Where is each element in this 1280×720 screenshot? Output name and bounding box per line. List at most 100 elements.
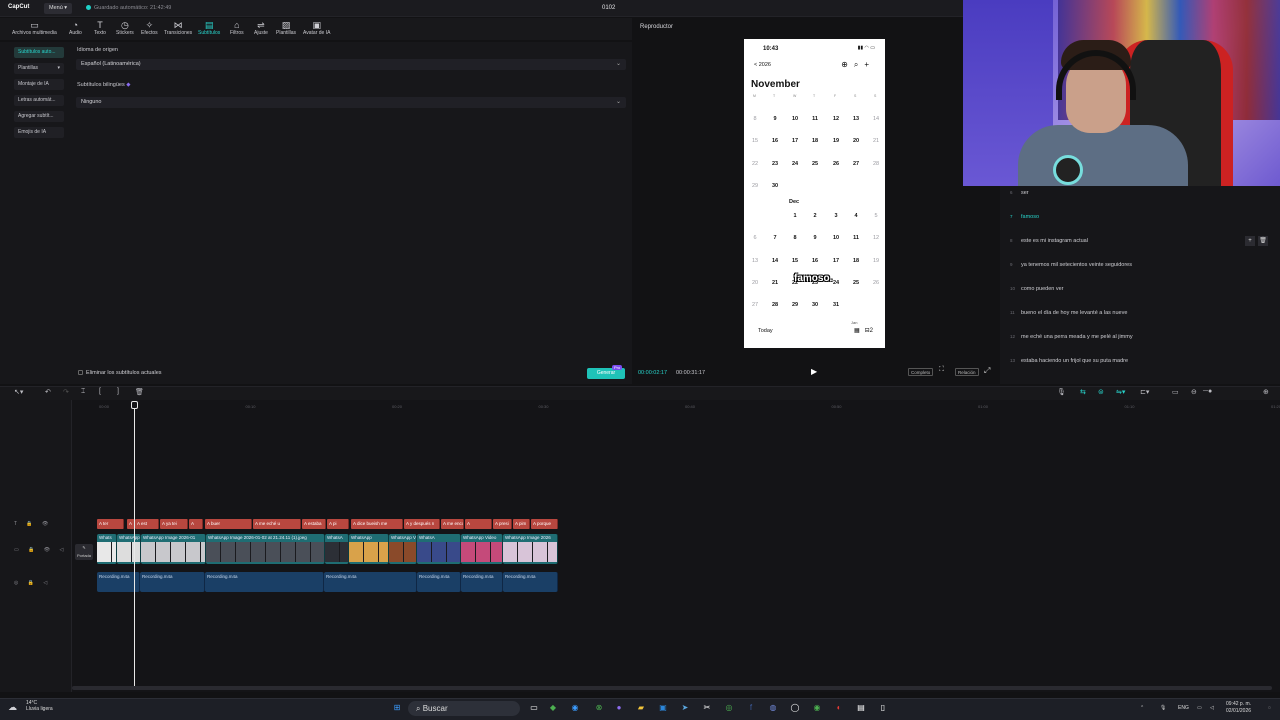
telegram-icon[interactable]: ➤ [679,702,691,714]
text-track-controls[interactable]: T 🔒 👁 [14,521,52,527]
video-clip[interactable]: WhatsApp Image 2026 [503,534,558,564]
video-clip[interactable]: WhatsApp Vide [389,534,417,564]
text-clip[interactable]: A y después n [404,519,440,529]
text-clip[interactable]: A me encon [441,519,464,529]
trim-left-icon[interactable]: [ [99,388,101,395]
audio-clip[interactable]: Recording.m4a [324,572,417,592]
audio-clip[interactable]: Recording.m4a [205,572,324,592]
discord-icon[interactable]: ◍ [767,702,779,714]
fit-icon[interactable]: ⛶ [939,366,944,374]
task-view-icon[interactable]: ▭ [528,702,540,714]
audio-track-controls[interactable]: ◎ 🔒 ◁ [14,580,51,586]
edge-icon[interactable]: ◉ [569,702,581,714]
text-clip[interactable]: A dice bueish me [351,519,403,529]
snap-icon[interactable]: ⇋▾ [1116,388,1125,396]
play-icon[interactable]: ▶ [811,367,817,376]
video-clip[interactable]: WhatsApp Image 2026-01 [141,534,206,564]
volume-icon[interactable]: ◁ [1210,705,1214,711]
subtitle-text[interactable]: estaba haciendo un frijol que su puta ma… [1021,356,1128,366]
subtitle-row[interactable]: 7 famoso [1008,212,1273,222]
file-explorer-icon[interactable]: ▰ [635,702,647,714]
select-tool-icon[interactable]: ↖▾ [14,388,23,396]
text-clip[interactable]: A [465,519,492,529]
sidebar-item-auto-subtitles[interactable]: Subtítulos auto... [14,47,64,58]
tool-media[interactable]: ▭ Archivos multimedia [12,20,57,36]
subtitle-row[interactable]: 11 bueno el día de hoy me levanté a las n… [1008,308,1273,318]
text-clip[interactable]: A pi [327,519,349,529]
cover-button[interactable]: ✎ Portada [75,544,93,560]
zoom-out-icon[interactable]: ⊖ [1191,388,1197,396]
taskbar-search[interactable]: ⌕ Buscar [408,701,520,716]
text-clip[interactable]: A est [135,519,159,529]
text-clip[interactable]: A pim [513,519,530,529]
audio-clip[interactable]: Recording.m4a [140,572,205,592]
audio-clip[interactable]: Recording.m4a [417,572,461,592]
mic-icon[interactable]: 🎙 [1057,388,1066,396]
network-icon[interactable]: ▭ [1197,705,1202,711]
video-clip[interactable]: WhatsApp Video [461,534,503,564]
zoom-slider[interactable]: ─● [1203,388,1212,395]
video-clip[interactable]: Whats [97,534,117,564]
subtitle-text[interactable]: me eché una perra meada y me pelé al jim… [1021,332,1133,342]
text-clip[interactable]: A [189,519,203,529]
redo-icon[interactable]: ↷ [63,388,69,396]
add-subtitle-icon[interactable]: + [1245,236,1255,246]
text-clip[interactable]: A presi [493,519,512,529]
magnet-icon[interactable]: ⊜ [1098,388,1104,396]
delete-icon[interactable]: 🗑 [135,388,144,396]
tool-filters[interactable]: ⌂ Filtros [230,20,244,36]
facebook-icon[interactable]: f [745,702,757,714]
text-clip[interactable]: A porque [531,519,558,529]
system-clock[interactable]: 09:42 p. m. 02/01/2026 [1226,701,1251,715]
github-icon[interactable]: ◯ [789,702,801,714]
subtitle-row[interactable]: 13 estaba haciendo un frijol que su puta … [1008,356,1273,366]
ratio-button[interactable]: Relación [955,368,979,376]
subtitle-text[interactable]: ser [1021,188,1029,198]
audio-clip[interactable]: Recording.m4a [461,572,503,592]
text-clip[interactable]: A me eché u [253,519,301,529]
video-track-controls[interactable]: ▭ 🔒 👁 ◁ [14,547,67,553]
timeline-scrollbar[interactable] [72,686,1272,690]
tool-ai-avatar[interactable]: ▣ Avatar de IA [303,20,330,36]
nvidia-icon[interactable]: ◆ [547,702,559,714]
weather-icon[interactable]: ☁ [8,702,17,713]
sidebar-item-ai-emojis[interactable]: Emojis de IA [14,127,64,138]
sidebar-item-templates[interactable]: Plantillas ▾ [14,63,64,74]
link-icon[interactable]: ⇆ [1080,388,1086,396]
caption-icon[interactable]: ▭ [1172,388,1179,396]
settings-icon[interactable]: ▯ [877,702,889,714]
text-clip[interactable]: A buer [205,519,252,529]
video-clip[interactable]: WhatsA [325,534,349,564]
tray-mic-icon[interactable]: 🎙 [1160,705,1166,711]
text-clip[interactable]: A ter [97,519,124,529]
remove-subtitles-option[interactable]: Eliminar los subtítulos actuales [78,370,162,376]
recorder-icon[interactable]: ◐ [833,702,845,714]
tool-adjust[interactable]: ⇌ Ajuste [254,20,268,36]
playhead-handle[interactable] [131,401,138,409]
chrome-icon[interactable]: ◎ [723,702,735,714]
xbox-icon[interactable]: ⊗ [593,702,605,714]
capcut-icon[interactable]: ✂ [701,702,713,714]
preview-axis-icon[interactable]: ⊏▾ [1140,388,1149,396]
remove-subtitles-checkbox[interactable] [78,370,83,376]
undo-icon[interactable]: ↶ [45,388,51,396]
subtitle-text[interactable]: ya tenemos mil setecientos veinte seguid… [1021,260,1132,270]
weather-widget[interactable]: 14°C Lluvia ligera [26,700,53,712]
tool-effects[interactable]: ✧ Efectos [141,20,158,36]
menu-button[interactable]: Menú ▾ [44,3,73,14]
complete-button[interactable]: Completo [908,368,934,376]
language-indicator[interactable]: ENG [1178,705,1189,711]
sidebar-item-add-subtitles[interactable]: Agregar subtít... [14,111,64,122]
tool-transitions[interactable]: ⋈ Transiciones [164,20,192,36]
subtitle-text[interactable]: como pueden ver [1021,284,1064,294]
tool-templates[interactable]: ▨ Plantillas [276,20,296,36]
subtitle-row[interactable]: 6 ser [1008,188,1273,198]
subtitle-row[interactable]: 8 este es mi instagram actual [1008,236,1273,246]
subtitle-text[interactable]: bueno el día de hoy me levanté a las nue… [1021,308,1127,318]
subtitle-row[interactable]: 9 ya tenemos mil setecientos veinte segui… [1008,260,1273,270]
video-clip[interactable]: WhatsA [417,534,461,564]
notifications-icon[interactable]: ◌ [1268,705,1271,711]
app-icon[interactable]: ● [613,702,625,714]
sidebar-item-ai-montage[interactable]: Montaje de IA [14,79,64,90]
spotify-icon[interactable]: ◉ [811,702,823,714]
